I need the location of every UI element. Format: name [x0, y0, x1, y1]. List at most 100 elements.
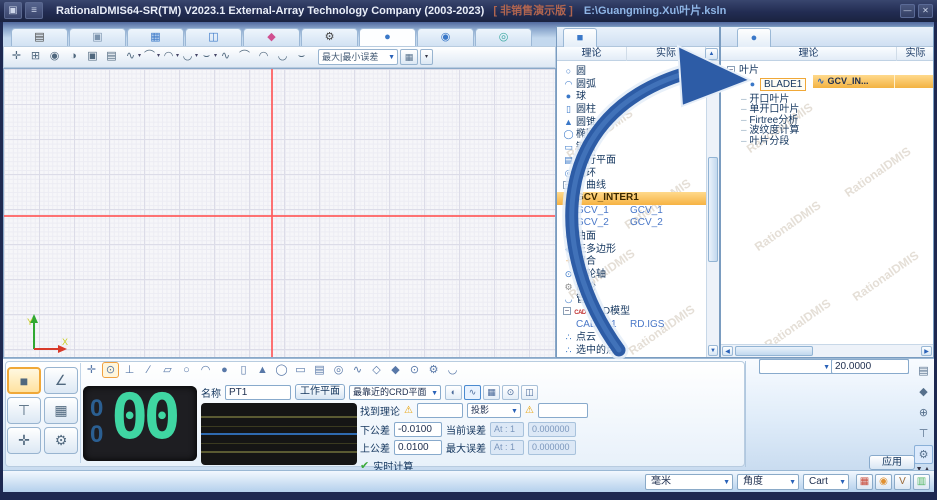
column-actual[interactable]: 实际	[627, 47, 706, 61]
geometry-type-button[interactable]: ∿	[349, 362, 366, 378]
apply-button[interactable]: 应用	[869, 455, 915, 470]
main-tab[interactable]: ⚙	[301, 28, 358, 46]
toolbar-more-button[interactable]: ▾	[420, 49, 433, 65]
view-toggle-button[interactable]: ∿	[464, 385, 481, 400]
geometry-type-button[interactable]: ●	[216, 362, 233, 378]
tree-item[interactable]: GCV_2 GCV_2	[557, 217, 708, 230]
units-dropdown[interactable]: 毫米 ▼	[645, 474, 733, 490]
toolbar-icon[interactable]: ◡▾	[179, 49, 196, 65]
tree-item[interactable]: ▤平行平面	[557, 154, 708, 167]
tree-item[interactable]: ∴点云	[557, 331, 708, 344]
geometry-type-button[interactable]: ◆	[387, 362, 404, 378]
side-tool-button[interactable]: ◆	[914, 382, 933, 401]
status-icon-button[interactable]: V	[894, 474, 911, 490]
minimize-button[interactable]: —	[900, 4, 915, 18]
geometry-type-button[interactable]: ◯	[273, 362, 290, 378]
projection-input[interactable]	[538, 403, 588, 418]
tree-scrollbar[interactable]: ▼	[706, 61, 719, 357]
tree-item[interactable]: ●球	[557, 90, 708, 103]
mode-button[interactable]: ✛	[7, 427, 41, 454]
geometry-type-button[interactable]: ▱	[159, 362, 176, 378]
toolbar-icon[interactable]: ∿▾	[122, 49, 139, 65]
expander-icon[interactable]: −	[563, 307, 571, 315]
geometry-type-button[interactable]: ⚙	[425, 362, 442, 378]
blade-tab[interactable]: ●	[737, 28, 771, 47]
toolbar-icon[interactable]: ⌣	[293, 49, 310, 65]
geometry-type-button[interactable]: ▲	[254, 362, 271, 378]
param-input[interactable]: 20.0000	[831, 359, 909, 374]
main-tab[interactable]: ▤	[11, 28, 68, 46]
side-tool-button[interactable]: ⊤	[914, 424, 933, 443]
tree-item[interactable]: −CADCAD模型	[557, 306, 708, 319]
main-tab[interactable]: ◉	[417, 28, 474, 46]
app-icon[interactable]: ▣	[4, 2, 22, 19]
toolbar-icon[interactable]: ◠	[255, 49, 272, 65]
angle-dropdown[interactable]: 角度 ▼	[737, 474, 799, 490]
titlebar-tool-icon[interactable]	[862, 3, 877, 18]
geometry-type-button[interactable]: ∕	[140, 362, 157, 378]
tree-item[interactable]: ▲圆锥	[557, 116, 708, 129]
workplane-button[interactable]: 工作平面	[295, 384, 345, 400]
tree-item[interactable]: ∴选中的点云	[557, 344, 708, 357]
blade-hscrollbar[interactable]: ◀ ▶	[721, 344, 933, 357]
tree-item[interactable]: ◇曲面	[557, 230, 708, 243]
tree-item[interactable]: CADM_1 RD.IGS	[557, 319, 708, 332]
tree-item[interactable]: 波纹度计算	[721, 126, 921, 136]
titlebar-tool-icon[interactable]	[820, 3, 835, 18]
column-actual[interactable]: 实际	[897, 47, 934, 61]
geometry-type-button[interactable]: ⊥	[121, 362, 138, 378]
tree-item[interactable]: ◎圆环	[557, 167, 708, 180]
expander-icon[interactable]: −	[563, 181, 571, 189]
tree-item[interactable]: −∿曲线	[557, 179, 708, 192]
main-tab[interactable]: ▣	[69, 28, 126, 46]
find-theory-input[interactable]	[417, 403, 463, 418]
toolbar-icon[interactable]: ◡	[274, 49, 291, 65]
main-tab[interactable]: ◫	[185, 28, 242, 46]
mode-button[interactable]: ■	[7, 367, 41, 394]
titlebar-tool-icon[interactable]	[799, 3, 814, 18]
scroll-right-icon[interactable]: ▶	[921, 346, 932, 356]
status-icon-button[interactable]: ◉	[875, 474, 892, 490]
mode-button[interactable]: ▦	[44, 397, 78, 424]
geometry-type-button[interactable]: ◇	[368, 362, 385, 378]
side-tool-button[interactable]: ⊕	[914, 403, 933, 422]
tree-item[interactable]: 叶片分段	[721, 137, 921, 147]
view-toggle-button[interactable]: ◐	[445, 385, 462, 400]
tree-item[interactable]: ◡管道	[557, 293, 708, 306]
main-tab[interactable]: ●	[359, 28, 416, 46]
toolbar-icon[interactable]: ◑	[65, 49, 82, 65]
tree-item[interactable]: ▭键槽	[557, 141, 708, 154]
tree-item[interactable]: ○圆	[557, 65, 708, 78]
view-toggle-button[interactable]: ⊙	[502, 385, 519, 400]
mode-button[interactable]: ∠	[44, 367, 78, 394]
toolbar-icon[interactable]: ⌒▾	[141, 49, 158, 65]
upper-tol-input[interactable]: 0.0100	[394, 440, 442, 455]
geometry-type-button[interactable]: ⊙	[102, 362, 119, 378]
scroll-down-icon[interactable]: ▼	[708, 345, 718, 356]
status-icon-button[interactable]: ▦	[856, 474, 873, 490]
tree-item[interactable]: +组合	[557, 255, 708, 268]
expander-icon[interactable]: −	[727, 66, 735, 74]
geometry-type-button[interactable]: ▭	[292, 362, 309, 378]
tree-item[interactable]: ▯圆柱	[557, 103, 708, 116]
param-dropdown[interactable]: ▼	[759, 359, 833, 374]
crd-plane-dropdown[interactable]: 最靠近的CRD平面 ▼	[349, 385, 441, 400]
tree-item[interactable]: ◯椭圆	[557, 128, 708, 141]
toolbar-icon[interactable]: ⌒	[236, 49, 253, 65]
toolbar-icon[interactable]: ▤	[103, 49, 120, 65]
tree-item[interactable]: ◠圆弧	[557, 78, 708, 91]
geometry-type-button[interactable]: ✛	[83, 362, 100, 378]
main-tab[interactable]: ◎	[475, 28, 532, 46]
geometry-type-button[interactable]: ▤	[311, 362, 328, 378]
geometry-tab[interactable]: ■	[563, 28, 597, 47]
geometry-type-button[interactable]: ⊙	[406, 362, 423, 378]
titlebar-tool-icon[interactable]	[841, 3, 856, 18]
tree-item[interactable]: ◆正多边形	[557, 243, 708, 256]
toolbar-icon[interactable]: ⌣▾	[198, 49, 215, 65]
projection-dropdown[interactable]: 投影 ▼	[467, 403, 521, 418]
geometry-type-button[interactable]: ▯	[235, 362, 252, 378]
view-toggle-button[interactable]: ▦	[483, 385, 500, 400]
geometry-type-button[interactable]: ◡	[444, 362, 461, 378]
column-theory[interactable]: 理论	[721, 47, 897, 61]
geometry-type-button[interactable]: ◎	[330, 362, 347, 378]
